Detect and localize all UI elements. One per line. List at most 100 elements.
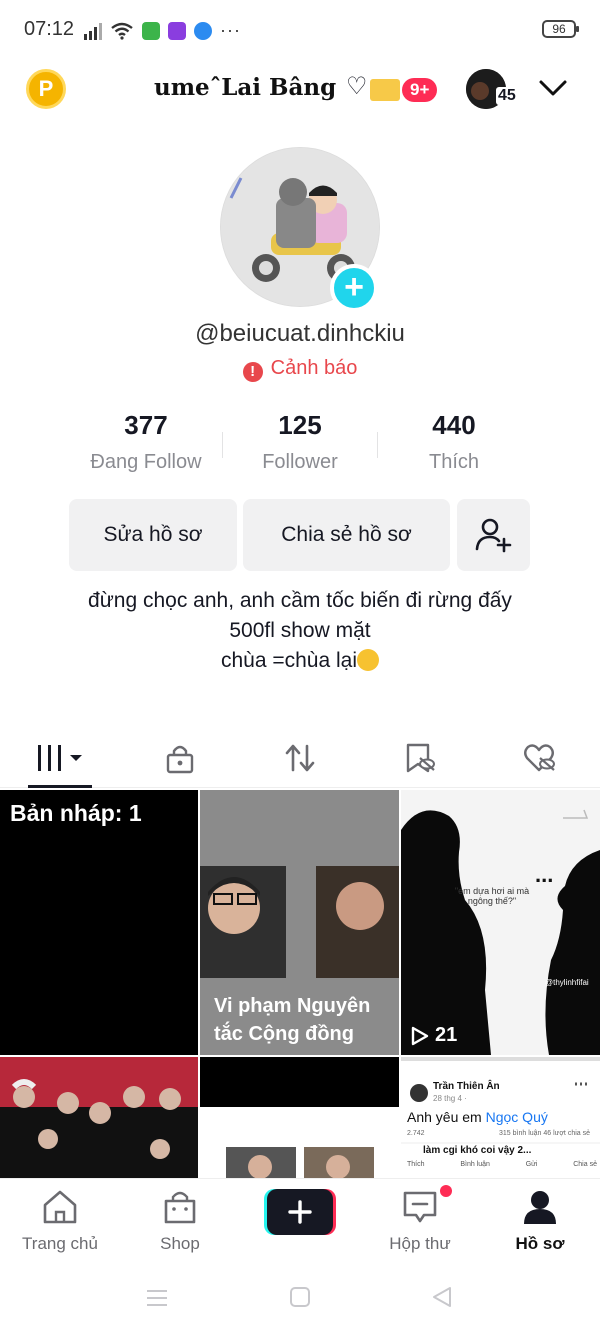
fb-action: Gửi (525, 1161, 538, 1168)
nav-shop-label: Shop (160, 1234, 200, 1253)
bio-line: 500fl show mặt (229, 619, 371, 642)
shop-icon (164, 1191, 196, 1224)
video-grid: Bản nháp: 1 Vi phạm Nguyên tắc Cộng đồng… (0, 790, 600, 1180)
profile-bio: đừng chọc anh, anh cầm tốc biến đi rừng … (60, 586, 540, 676)
thumbnail-watermark: @thylinhfifai (545, 978, 589, 987)
tab-favorites[interactable] (360, 728, 480, 788)
view-count: 21 (411, 1024, 457, 1047)
fb-action: Chia sẻ (573, 1161, 597, 1168)
active-tab-indicator (28, 785, 92, 788)
profile-username[interactable]: @beiucuat.dinhckiu (0, 320, 600, 348)
fb-post-text: Anh yêu em Ngọc Quý (407, 1109, 548, 1125)
stat-likes[interactable]: 440 Thích (354, 410, 554, 474)
heart-outline-icon: ♡ (346, 73, 368, 100)
stat-likes-label: Thích (428, 451, 480, 473)
fb-post-text-body: Anh yêu em (407, 1109, 486, 1125)
signal-icon (84, 22, 102, 40)
tab-reposts[interactable] (240, 728, 360, 788)
fb-comment-preview: làm cgi khó coi vậy 2... (423, 1145, 532, 1156)
back-icon[interactable] (430, 1285, 454, 1309)
add-friends-button[interactable] (457, 499, 530, 571)
video-tile[interactable]: Trần Thiên Ân 28 thg 4 · Anh yêu em Ngọc… (401, 1057, 600, 1180)
system-navigation-bar (0, 1260, 600, 1333)
thumbnail-caption: "em dựa hơi ai mà ngông thế?" (454, 886, 530, 906)
bottom-navigation: Trang chủ Shop Hộp thư Hồ sơ (0, 1178, 600, 1260)
play-outline-icon (411, 1026, 429, 1045)
menu-icon[interactable] (145, 1288, 169, 1308)
more-notifications-icon: ··· (220, 20, 241, 40)
coins-icon[interactable]: P (26, 69, 66, 109)
video-thumbnail (401, 809, 600, 1055)
battery-icon: 96 (542, 20, 579, 38)
emoji-icon (357, 649, 380, 671)
fb-post-mention: Ngọc Quý (485, 1109, 548, 1125)
violation-label: Vi phạm Nguyên tắc Cộng đồng (214, 992, 370, 1048)
book-emoji-icon (370, 79, 400, 101)
share-profile-button[interactable]: Chia sẻ hồ sơ (243, 499, 450, 571)
profile-display-name[interactable]: umeˆLai Bâng (154, 74, 336, 101)
nav-profile-label: Hồ sơ (515, 1234, 565, 1253)
ellipsis-icon: ... (535, 862, 554, 887)
inbox-icon (403, 1191, 437, 1223)
wifi-icon (111, 22, 133, 40)
app-notification-icon (168, 21, 186, 40)
fb-action: Bình luận (460, 1161, 490, 1168)
heart-icon (524, 744, 555, 772)
profile-tabs (0, 728, 600, 788)
warning-link[interactable]: ! Cảnh báo (0, 357, 600, 382)
nav-home[interactable]: Trang chủ (0, 1189, 120, 1254)
profile-stats: 377 Đang Follow 125 Follower 440 Thích (0, 410, 600, 480)
fb-action: Thích (407, 1161, 425, 1168)
nav-inbox-label: Hộp thư (389, 1234, 451, 1253)
home-icon (43, 1190, 77, 1224)
tab-private[interactable] (120, 728, 240, 788)
view-count-value: 21 (435, 1024, 458, 1046)
lock-icon (166, 745, 194, 774)
home-button-icon[interactable] (289, 1286, 311, 1308)
fb-reaction-count: 2.742 (407, 1130, 425, 1137)
status-time: 07:12 (24, 18, 75, 40)
tab-videos[interactable] (0, 728, 120, 788)
app-notification-icon (142, 21, 160, 40)
add-user-icon (475, 518, 511, 553)
video-tile[interactable]: Vi phạm Nguyên tắc Cộng đồng (200, 790, 399, 1055)
inbox-notification-dot (440, 1185, 452, 1197)
add-avatar-button[interactable]: + (330, 264, 378, 312)
bio-line-text: chùa =chùa lại (220, 649, 358, 672)
chevron-down-icon[interactable] (538, 76, 568, 100)
fb-post-author: Trần Thiên Ân (433, 1081, 500, 1092)
profile-header: P umeˆLai Bâng ♡ 9+ 45 (0, 60, 600, 120)
notification-badge[interactable]: 9+ (402, 78, 438, 102)
stat-likes-value: 440 (432, 410, 476, 440)
repost-icon (285, 744, 315, 772)
bio-line: chùa =chùa lại (60, 646, 540, 676)
nav-shop[interactable]: Shop (120, 1189, 240, 1254)
grid-icon (38, 745, 82, 771)
create-button[interactable] (264, 1189, 336, 1235)
video-tile[interactable]: "em dựa hơi ai mà ngông thế?" ... @thyli… (401, 790, 600, 1055)
bio-line: đừng chọc anh, anh cầm tốc biến đi rừng … (88, 589, 512, 612)
nav-profile[interactable]: Hồ sơ (480, 1189, 600, 1254)
app-notification-icon (194, 21, 212, 40)
status-bar: 07:12 ··· 96 (0, 0, 600, 60)
tab-liked[interactable] (480, 728, 600, 788)
edit-profile-button[interactable]: Sửa hồ sơ (69, 499, 237, 571)
violation-label-line: Vi phạm Nguyên (214, 995, 371, 1017)
video-tile[interactable] (200, 1057, 399, 1180)
bookmark-icon (406, 743, 435, 773)
fb-post-date: 28 thg 4 · (433, 1094, 467, 1103)
fb-actions: Thích Bình luận Gửi Chia sẻ (407, 1161, 597, 1168)
video-thumbnail (200, 1057, 399, 1180)
warning-label: Cảnh báo (270, 357, 358, 379)
nav-home-label: Trang chủ (22, 1234, 98, 1253)
account-count-badge: 45 (496, 87, 518, 105)
video-tile[interactable] (0, 1057, 198, 1180)
draft-label: Bản nháp: 1 (10, 800, 142, 826)
nav-inbox[interactable]: Hộp thư (360, 1189, 480, 1254)
violation-label-line: tắc Cộng đồng (214, 1023, 354, 1045)
video-thumbnail (0, 1057, 198, 1180)
plus-icon (288, 1200, 312, 1224)
draft-video-tile[interactable]: Bản nháp: 1 (0, 790, 198, 1055)
profile-icon (524, 1191, 556, 1224)
warning-icon: ! (242, 362, 263, 382)
